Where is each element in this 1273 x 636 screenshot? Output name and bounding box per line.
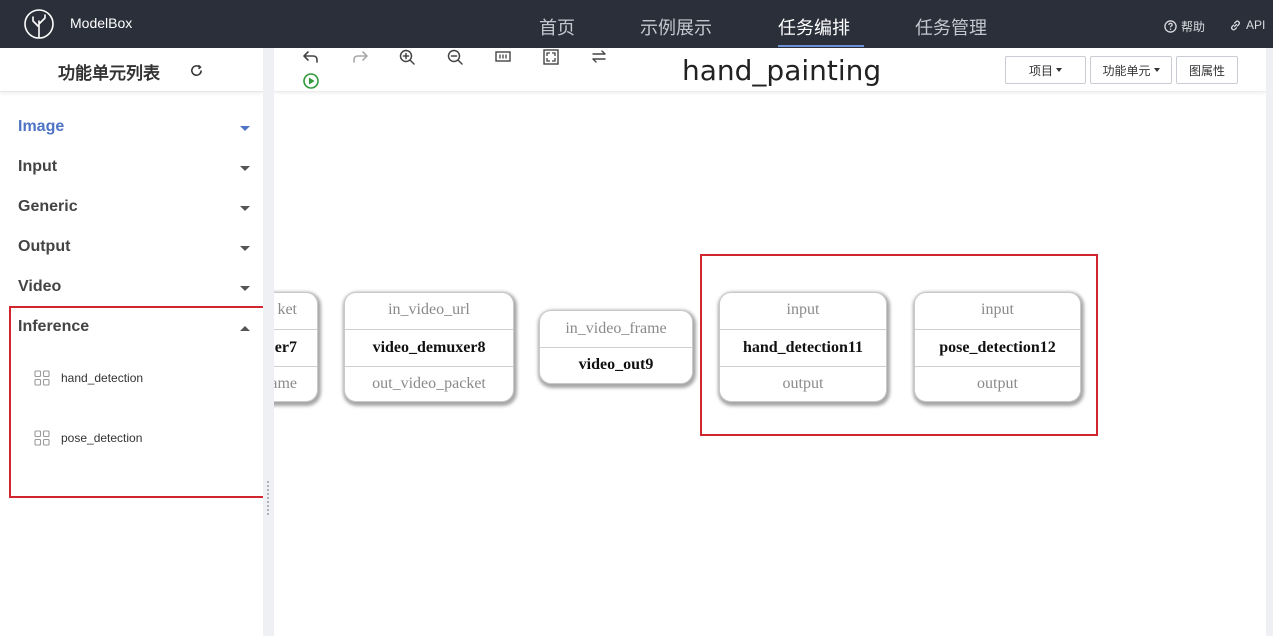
node-divider — [274, 329, 317, 330]
api-link[interactable]: API — [1229, 18, 1265, 32]
fit-screen-icon[interactable] — [542, 48, 560, 66]
nav-task-management[interactable]: 任务管理 — [915, 14, 987, 40]
nav-examples[interactable]: 示例展示 — [640, 14, 712, 40]
category-video[interactable]: Video — [0, 268, 263, 308]
caret-down-icon — [1056, 68, 1062, 72]
zoom-out-icon[interactable] — [446, 48, 464, 66]
active-nav-indicator — [778, 45, 864, 47]
category-generic[interactable]: Generic — [0, 188, 263, 228]
graph-title: hand_painting — [682, 54, 882, 87]
graph-properties-button[interactable]: 图属性 — [1176, 56, 1238, 84]
drag-handle-icon[interactable] — [266, 480, 270, 516]
node-input-port: in_video_url — [388, 301, 470, 318]
highlight-box-detection-nodes — [700, 254, 1098, 436]
highlight-box-inference — [9, 306, 265, 498]
chevron-down-icon — [240, 286, 250, 291]
graph-node-video-out9[interactable]: in_video_frame video_out9 — [539, 310, 693, 384]
node-name: video_demuxer8 — [372, 339, 486, 356]
link-icon — [1230, 19, 1241, 31]
refresh-icon[interactable] — [189, 63, 204, 78]
chevron-down-icon — [240, 206, 250, 211]
chevron-down-icon — [240, 246, 250, 251]
unit-menu-label: 功能单元 — [1102, 63, 1151, 78]
category-label: Video — [18, 278, 62, 295]
node-name: video_out9 — [578, 356, 654, 373]
redo-icon[interactable] — [351, 48, 369, 66]
canvas-toolbar: hand_painting 项目 功能单元 图属性 — [274, 48, 1266, 92]
brand-name: ModelBox — [70, 15, 133, 31]
actual-size-icon[interactable] — [494, 48, 512, 66]
app-root: ModelBox 首页 示例展示 任务编排 任务管理 帮助 API 功能单元列表… — [0, 0, 1273, 636]
node-divider — [345, 366, 513, 367]
undo-icon[interactable] — [302, 48, 320, 66]
node-divider — [540, 347, 692, 348]
unit-list-header: 功能单元列表 — [0, 48, 263, 92]
help-label: 帮助 — [1181, 20, 1206, 34]
category-input[interactable]: Input — [0, 148, 263, 188]
right-scroll-strip[interactable] — [1266, 48, 1273, 636]
switch-direction-icon[interactable] — [590, 48, 608, 66]
run-icon[interactable] — [302, 72, 320, 90]
node-divider — [345, 329, 513, 330]
help-icon — [1164, 20, 1177, 33]
node-input-port: ket — [277, 301, 297, 318]
node-divider — [274, 366, 317, 367]
node-output-port: ame — [274, 375, 297, 392]
category-image[interactable]: Image — [0, 108, 263, 148]
category-label: Generic — [18, 198, 78, 215]
unit-list-title: 功能单元列表 — [58, 64, 160, 84]
chevron-down-icon — [240, 126, 250, 131]
node-name: er7 — [274, 339, 297, 356]
graph-node-video-demuxer8[interactable]: in_video_url video_demuxer8 out_video_pa… — [344, 292, 514, 402]
caret-down-icon — [1153, 68, 1160, 72]
nav-task-orchestration[interactable]: 任务编排 — [778, 14, 850, 40]
unit-menu-button[interactable]: 功能单元 — [1090, 56, 1172, 84]
modelbox-logo-icon[interactable] — [22, 7, 56, 41]
graph-canvas[interactable]: hand_painting 项目 功能单元 图属性 ket er7 ame in… — [274, 48, 1266, 636]
help-link[interactable]: 帮助 — [1164, 18, 1205, 35]
chevron-down-icon — [240, 166, 250, 171]
top-nav-bar: ModelBox 首页 示例展示 任务编排 任务管理 帮助 API — [0, 0, 1273, 48]
node-output-port: out_video_packet — [372, 375, 486, 392]
project-menu-label: 项目 — [1028, 63, 1053, 78]
nav-home[interactable]: 首页 — [539, 14, 575, 40]
zoom-in-icon[interactable] — [398, 48, 416, 66]
category-label: Input — [18, 158, 58, 175]
category-label: Image — [18, 118, 65, 135]
graph-properties-label: 图属性 — [1188, 63, 1225, 78]
api-label: API — [1246, 18, 1266, 32]
project-menu-button[interactable]: 项目 — [1005, 56, 1086, 84]
category-output[interactable]: Output — [0, 228, 263, 268]
category-label: Output — [18, 238, 71, 255]
node-input-port: in_video_frame — [565, 320, 667, 337]
graph-node-partial[interactable]: ket er7 ame — [274, 292, 318, 402]
panel-splitter[interactable] — [263, 48, 274, 636]
unit-list-panel: 功能单元列表 Image Input Generic Output Video — [0, 48, 265, 636]
